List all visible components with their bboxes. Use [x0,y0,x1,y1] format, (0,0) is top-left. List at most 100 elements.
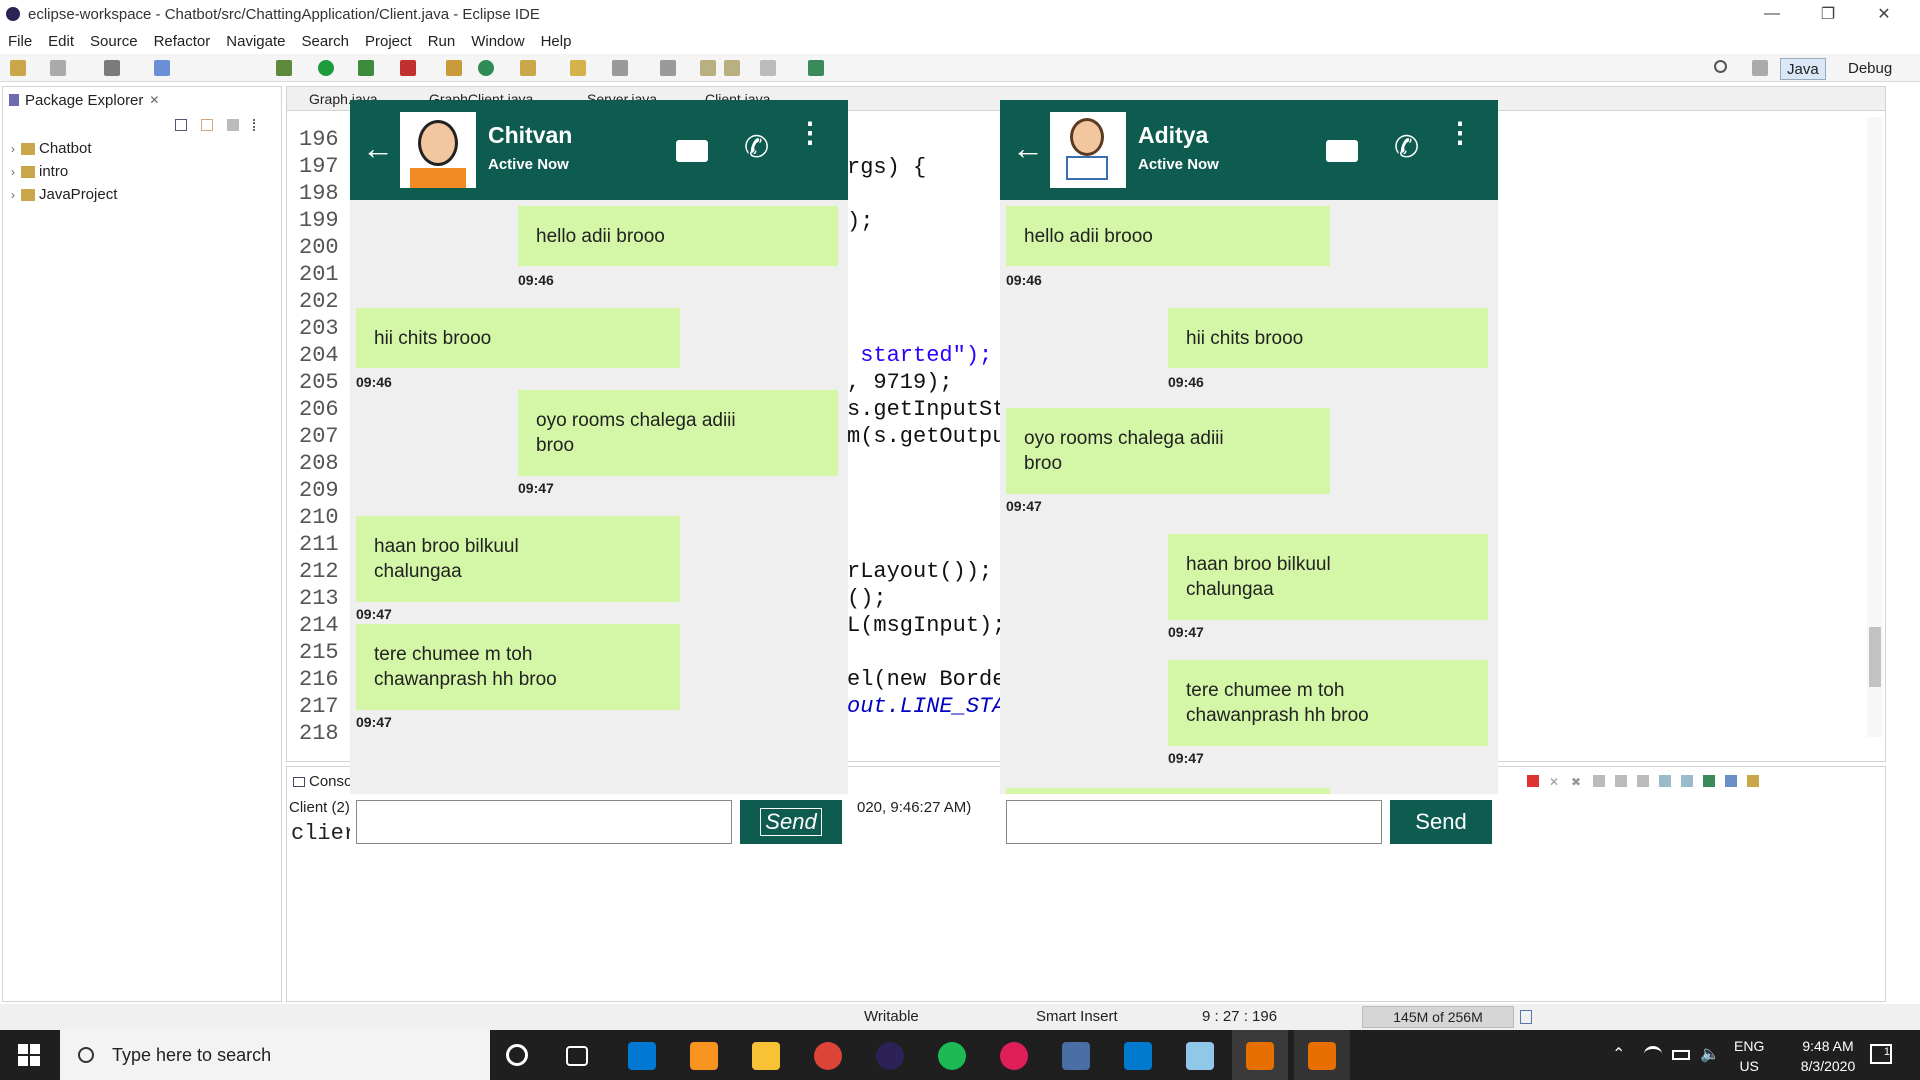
toggle-mark-icon[interactable] [154,60,170,76]
remove-all-icon[interactable]: ✖ [1571,775,1583,789]
run-icon[interactable] [318,60,334,76]
chevron-right-icon[interactable]: › [11,188,15,202]
windows-start-icon[interactable] [18,1044,40,1066]
new-java-project-icon[interactable] [446,60,462,76]
back-history-icon[interactable] [724,60,740,76]
slack-icon[interactable] [1000,1042,1028,1070]
java-app-2-tab[interactable] [1294,1030,1350,1080]
new-icon[interactable] [10,60,26,76]
filter-icon[interactable] [227,119,239,131]
editor-scrollbar[interactable] [1867,117,1883,737]
avatar[interactable] [400,112,476,188]
send-button[interactable]: Send [740,800,842,844]
close-tab-icon[interactable]: ✕ [149,93,159,107]
spotify-icon[interactable] [938,1042,966,1070]
open-console-icon[interactable] [1747,775,1759,787]
wifi-icon[interactable] [1644,1046,1662,1062]
display-console-icon[interactable] [1725,775,1737,787]
external-tools-icon[interactable] [400,60,416,76]
task-view-icon[interactable] [566,1046,588,1066]
pin-editor-icon[interactable] [808,60,824,76]
more-options-icon[interactable]: ⋮ [1446,119,1474,147]
save-icon[interactable] [50,60,66,76]
cortana-icon[interactable] [506,1044,528,1066]
prev-annotation-icon[interactable] [660,60,676,76]
notification-center-icon[interactable]: 1 [1870,1044,1892,1064]
menu-source[interactable]: Source [90,33,138,50]
video-call-icon[interactable] [1326,140,1358,162]
taskbar-search[interactable]: Type here to search [60,1030,490,1080]
collapse-all-icon[interactable] [175,119,187,131]
scrollbar-thumb[interactable] [1869,627,1881,687]
show-on-output-icon[interactable] [1659,775,1671,787]
menu-search[interactable]: Search [301,33,349,50]
message-list[interactable]: hello adii brooo 09:46 hii chits brooo 0… [350,200,848,794]
clear-console-icon[interactable] [1593,775,1605,787]
back-arrow-icon[interactable]: ← [362,130,394,167]
java-app-1-tab[interactable] [1232,1030,1288,1080]
back-icon[interactable] [700,60,716,76]
heap-status[interactable]: 145M of 256M [1362,1006,1514,1028]
file-explorer-icon[interactable] [752,1042,780,1070]
open-perspective-icon[interactable] [1752,60,1768,76]
remove-launch-icon[interactable]: ✕ [1549,775,1561,789]
tree-item-chatbot[interactable]: › Chatbot [11,137,117,160]
search-icon[interactable] [1714,60,1727,73]
sublime-text-icon[interactable] [690,1042,718,1070]
back-arrow-icon[interactable]: ← [1012,130,1044,167]
tree-item-intro[interactable]: › intro [11,160,117,183]
volume-icon[interactable]: 🔈 [1700,1044,1720,1064]
battery-icon[interactable] [1672,1050,1690,1060]
perspective-debug[interactable]: Debug [1848,60,1892,77]
forward-icon[interactable] [760,60,776,76]
coverage-icon[interactable] [358,60,374,76]
calculator-icon[interactable] [1062,1042,1090,1070]
chevron-right-icon[interactable]: › [11,165,15,179]
close-button[interactable]: ✕ [1856,0,1912,28]
menu-project[interactable]: Project [365,33,412,50]
vscode-icon[interactable] [1124,1042,1152,1070]
video-call-icon[interactable] [676,140,708,162]
menu-run[interactable]: Run [428,33,456,50]
chevron-right-icon[interactable]: › [11,142,15,156]
console-title[interactable]: Conso [309,773,352,790]
show-hidden-icons-icon[interactable]: ⌃ [1612,1044,1625,1064]
notes-icon[interactable] [1186,1042,1214,1070]
tree-item-javaproject[interactable]: › JavaProject [11,183,117,206]
pin-console-icon[interactable] [1703,775,1715,787]
restore-button[interactable]: ❐ [1800,0,1856,28]
view-menu-icon[interactable] [253,119,257,131]
chrome-icon[interactable] [814,1042,842,1070]
open-type-icon[interactable] [520,60,536,76]
search-tool-icon[interactable] [570,60,586,76]
scroll-lock-icon[interactable] [1615,775,1627,787]
new-class-icon[interactable] [478,60,494,76]
minimize-button[interactable]: — [1744,0,1800,28]
eclipse-icon[interactable] [876,1042,904,1070]
send-button[interactable]: Send [1390,800,1492,844]
menu-file[interactable]: File [8,33,32,50]
phone-icon[interactable]: ✆ [1394,130,1419,165]
message-list[interactable]: hello adii brooo 09:46 hii chits brooo 0… [1000,200,1498,794]
word-wrap-icon[interactable] [1637,775,1649,787]
perspective-java[interactable]: Java [1780,58,1826,80]
message-input[interactable] [1006,800,1382,844]
debug-icon[interactable] [276,60,292,76]
menu-help[interactable]: Help [541,33,572,50]
more-options-icon[interactable]: ⋮ [796,119,824,147]
package-explorer-title[interactable]: Package Explorer [25,92,143,109]
next-annotation-icon[interactable] [612,60,628,76]
avatar[interactable] [1050,112,1126,188]
clock[interactable]: 9:48 AM 8/3/2020 [1780,1036,1876,1076]
show-on-error-icon[interactable] [1681,775,1693,787]
store-icon[interactable] [628,1042,656,1070]
menu-window[interactable]: Window [471,33,524,50]
menu-navigate[interactable]: Navigate [226,33,285,50]
phone-icon[interactable]: ✆ [744,130,769,165]
language-indicator[interactable]: ENG US [1734,1036,1764,1076]
menu-refactor[interactable]: Refactor [154,33,211,50]
garbage-collect-icon[interactable] [1520,1010,1532,1024]
menu-edit[interactable]: Edit [48,33,74,50]
message-input[interactable] [356,800,732,844]
skip-breakpoints-icon[interactable] [104,60,120,76]
